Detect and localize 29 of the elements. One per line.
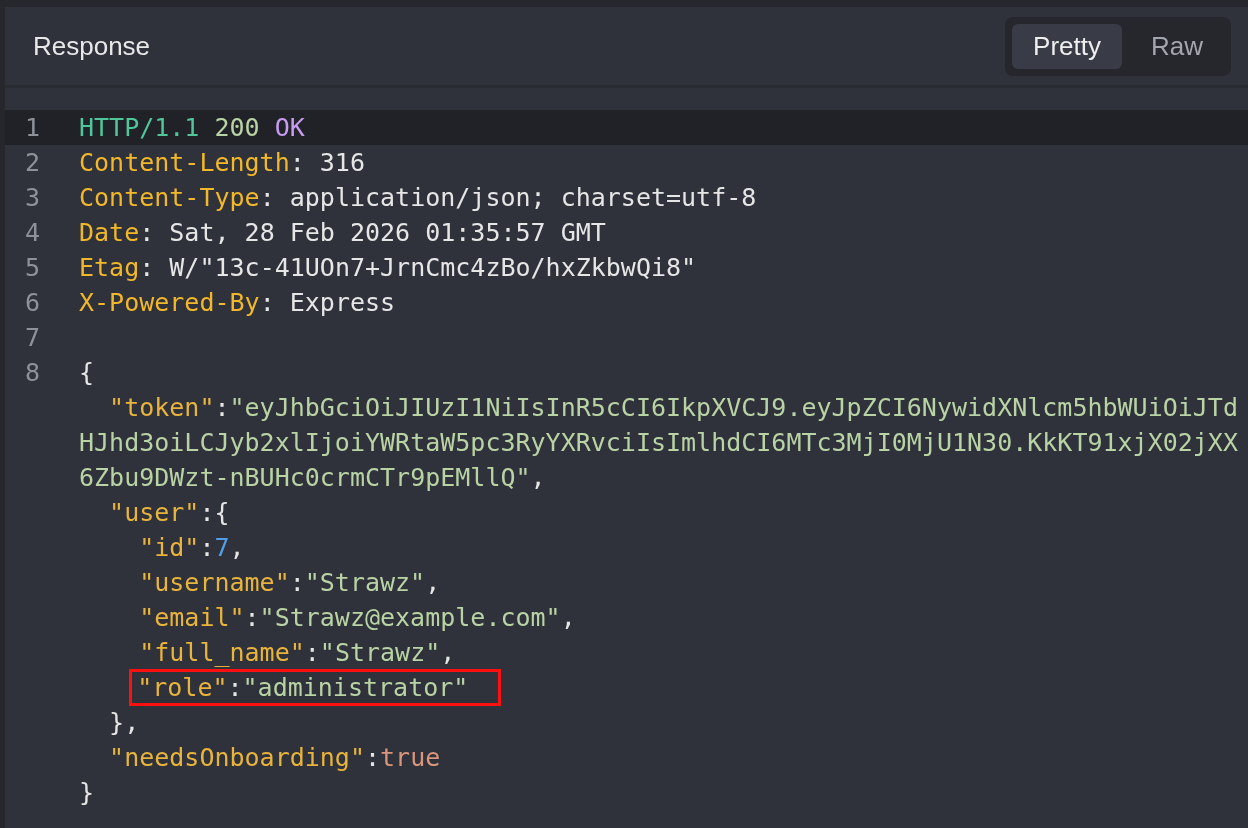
line-number: 3 <box>24 183 42 212</box>
code-line: } <box>78 777 96 809</box>
code-line: HJhd3oiLCJyb2xlIjoiYWRtaW5pc3RyYXRvciIsImlhdCI6MTc3MjI0MjU1N30.KkKT91xjX02jXX <box>78 427 1239 459</box>
line-number: 5 <box>24 253 42 282</box>
code-line: Content-Type: application/json; charset=utf-8 <box>78 182 758 214</box>
code-line: "username":"Strawz", <box>138 567 442 599</box>
panel-title: Response <box>33 30 151 62</box>
code-line: Date: Sat, 28 Feb 2026 01:35:57 GMT <box>78 217 607 249</box>
code-line: Etag: W/"13c-41UOn7+JrnCmc4zBo/hxZkbwQi8" <box>78 252 698 284</box>
code-line: "user":{ <box>108 497 231 529</box>
code-line: "needsOnboarding":true <box>108 742 442 774</box>
code-line: "id":7, <box>138 532 246 564</box>
code-line: "token":"eyJhbGciOiJIUzI1NiIsInR5cCI6IkpXVCJ9.eyJpZCI6NywidXNlcm5hbWUiOiJTd <box>108 392 1239 424</box>
code-line: { <box>78 357 96 389</box>
code-line: X-Powered-By: Express <box>78 287 397 319</box>
code-line: }, <box>108 707 141 739</box>
line-number: 4 <box>24 218 42 247</box>
code-line: 6Zbu9DWzt-nBUHc0crmCTr9pEMllQ", <box>78 462 547 494</box>
view-tab[interactable]: Raw <box>1130 23 1224 69</box>
code-line: Content-Length: 316 <box>78 147 366 179</box>
code-line: HTTP/1.1 200 OK <box>78 112 306 144</box>
line-number: 6 <box>24 288 42 317</box>
code-line: "email":"Strawz@example.com", <box>138 602 577 634</box>
line-number: 8 <box>24 358 42 387</box>
line-number: 2 <box>24 148 42 177</box>
line-number: 1 <box>24 113 42 142</box>
code-line: "full_name":"Strawz", <box>138 637 457 669</box>
view-tab[interactable]: Pretty <box>1012 23 1122 69</box>
line-number: 7 <box>24 323 42 352</box>
